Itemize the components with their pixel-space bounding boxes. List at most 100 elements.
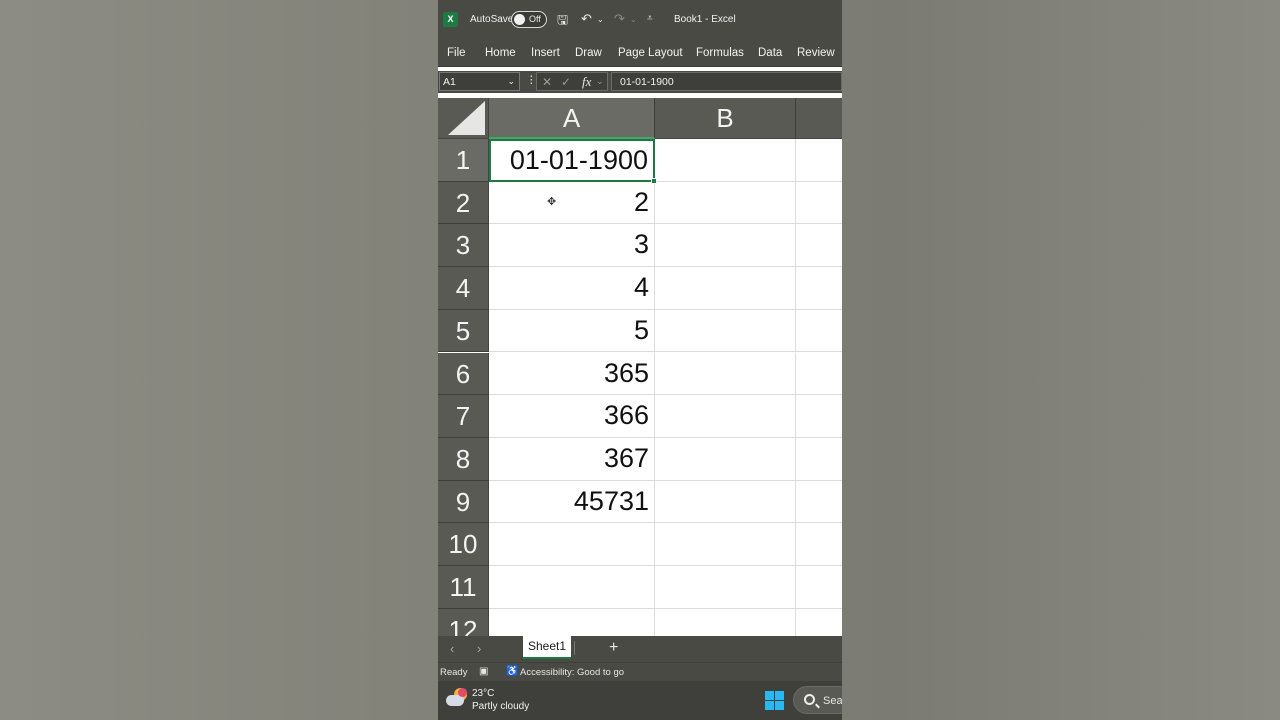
taskbar-search[interactable]: Sea [793,686,842,714]
windows-start-icon[interactable] [765,691,784,710]
cell-c9[interactable] [796,481,842,524]
add-sheet-button[interactable]: + [609,639,618,657]
cell-c5[interactable] [796,310,842,353]
row-header-3[interactable]: 3 [438,224,489,268]
cell-b3[interactable] [655,224,796,268]
accessibility-status[interactable]: Accessibility: Good to go [520,667,624,678]
sheet-tab-sheet1[interactable]: Sheet1 [523,636,571,659]
cell-b1[interactable] [655,139,796,182]
cell-a9[interactable]: 45731 [489,480,655,524]
status-ready: Ready [440,667,468,678]
tab-insert[interactable]: Insert [531,47,560,59]
cell-b4[interactable] [655,267,796,310]
cell-b5[interactable] [655,309,796,353]
cell-b2[interactable] [655,181,796,225]
cell-b9[interactable] [655,480,796,524]
autosave-label: AutoSave [470,14,514,25]
cell-a10[interactable] [489,523,655,566]
row-header-9[interactable]: 9 [438,480,489,524]
row-header-10[interactable]: 10 [438,523,489,566]
undo-dropdown-icon[interactable]: ⌄ [597,15,604,24]
search-label: Sea [823,695,842,707]
worksheet-grid: A B 1 01-01-1900 2 2 3 3 4 4 5 5 6 365 7 366 8 367 9 4573… [438,98,842,636]
row-header-4[interactable]: 4 [438,267,489,310]
cell-b7[interactable] [655,395,796,438]
cell-a11[interactable] [489,566,655,609]
enter-icon[interactable]: ✓ [561,75,571,89]
more-options-icon[interactable]: ⋮ [526,74,537,86]
cell-a5[interactable]: 5 [489,309,655,353]
customize-toolbar-icon[interactable]: ⩡ [647,13,653,24]
tab-home[interactable]: Home [485,47,516,59]
tab-file[interactable]: File [447,47,466,59]
document-title: Book1 - Excel [674,14,736,25]
cell-c3[interactable] [796,224,842,268]
row-header-7[interactable]: 7 [438,395,489,438]
cell-c2[interactable] [796,182,842,225]
next-sheet-icon[interactable]: › [477,641,481,656]
cancel-icon[interactable]: ✕ [542,75,552,89]
cell-cursor-icon: ✥ [547,196,557,208]
save-icon[interactable]: 🖫 [557,11,568,33]
prev-sheet-icon[interactable]: ‹ [450,641,454,656]
cell-c1[interactable] [796,139,842,182]
cell-a7[interactable]: 366 [489,395,655,438]
title-bar: X AutoSave Off 🖫 ↶ ⌄ ↷ ⌄ ⩡ Book1 - Excel [438,0,842,40]
toggle-knob [514,14,525,25]
chevron-down-icon[interactable]: ⌄ [507,76,515,87]
cell-a4[interactable]: 4 [489,267,655,310]
autosave-toggle[interactable]: Off [511,11,547,28]
column-header-a[interactable]: A [489,98,655,139]
name-box[interactable]: A1 ⌄ [439,72,520,91]
cell-c6[interactable] [796,353,842,396]
weather-icon[interactable] [446,688,468,708]
fill-handle[interactable] [651,177,657,184]
cell-c10[interactable] [796,523,842,566]
redo-dropdown-icon[interactable]: ⌄ [630,15,637,24]
cell-a1[interactable]: 01-01-1900 [489,139,655,182]
tab-draw[interactable]: Draw [575,47,602,59]
row-header-12[interactable]: 12 [438,608,489,636]
row-header-6[interactable]: 6 [438,352,489,396]
row-header-2[interactable]: 2 [438,181,489,225]
cell-b10[interactable] [655,523,796,566]
tab-page-layout[interactable]: Page Layout [618,47,683,59]
weather-temperature[interactable]: 23°C [472,688,494,699]
row-header-11[interactable]: 11 [438,566,489,609]
name-box-value: A1 [443,76,456,88]
cell-b8[interactable] [655,437,796,481]
formula-bar: A1 ⌄ ⋮ ✕ ✓ fx ⌄ 01-01-1900 [438,71,842,93]
undo-icon[interactable]: ↶ [581,11,592,27]
row-header-5[interactable]: 5 [438,309,489,353]
cell-a6[interactable]: 365 [489,352,655,396]
cell-c11[interactable] [796,566,842,609]
cell-a8[interactable]: 367 [489,437,655,481]
redo-icon[interactable]: ↷ [614,11,625,27]
ribbon-tabs: File Home Insert Draw Page Layout Formul… [438,40,842,67]
chevron-down-icon[interactable]: ⌄ [596,76,604,87]
excel-window: X AutoSave Off 🖫 ↶ ⌄ ↷ ⌄ ⩡ Book1 - Excel… [438,0,842,720]
formula-input[interactable]: 01-01-1900 [611,72,842,91]
cell-a2[interactable]: 2 [489,181,655,225]
insert-function-button[interactable]: fx [582,74,591,90]
tab-data[interactable]: Data [758,47,782,59]
column-header-b[interactable]: B [655,98,796,139]
accessibility-icon[interactable]: ♿ [506,666,518,677]
select-all-button[interactable] [438,98,489,139]
cell-c12[interactable] [796,609,842,636]
cell-b11[interactable] [655,566,796,609]
column-header-c[interactable] [796,98,842,139]
cell-a3[interactable]: 3 [489,224,655,268]
cell-c4[interactable] [796,267,842,310]
row-header-8[interactable]: 8 [438,437,489,481]
weather-condition[interactable]: Partly cloudy [472,701,529,712]
row-header-1[interactable]: 1 [438,139,489,182]
cell-c7[interactable] [796,395,842,438]
tab-formulas[interactable]: Formulas [696,47,744,59]
cell-a12[interactable] [489,608,655,636]
cell-b6[interactable] [655,352,796,396]
macro-record-icon[interactable]: ▣ [479,666,488,677]
cell-b12[interactable] [655,608,796,636]
cell-c8[interactable] [796,438,842,481]
tab-review[interactable]: Review [797,47,835,59]
